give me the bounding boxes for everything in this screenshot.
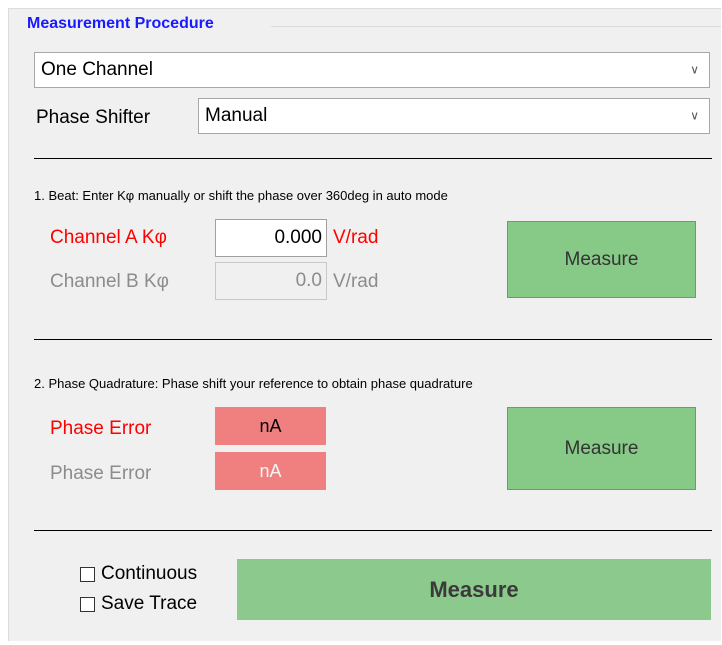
phase-error-b-value: nA bbox=[215, 452, 326, 490]
channel-b-label: Channel B Kφ bbox=[50, 271, 170, 292]
phase-error-b-label: Phase Error bbox=[50, 463, 152, 484]
chevron-down-icon: ∨ bbox=[690, 108, 699, 123]
main-measure-button[interactable]: Measure bbox=[237, 559, 711, 620]
beat-heading: 1. Beat: Enter Kφ manually or shift the … bbox=[34, 188, 448, 203]
phase-shifter-value: Manual bbox=[205, 105, 268, 126]
channel-b-kphi-input: 0.0 bbox=[215, 262, 327, 300]
phase-error-a-label: Phase Error bbox=[50, 418, 152, 439]
continuous-checkbox[interactable]: Continuous bbox=[80, 563, 197, 585]
channel-b-unit: V/rad bbox=[333, 271, 379, 292]
beat-measure-button[interactable]: Measure bbox=[507, 221, 696, 298]
phase-shifter-label: Phase Shifter bbox=[36, 107, 151, 128]
channel-a-unit: V/rad bbox=[333, 227, 379, 248]
checkbox-box[interactable] bbox=[80, 566, 95, 582]
divider bbox=[34, 158, 712, 159]
divider bbox=[34, 339, 712, 340]
channel-a-kphi-input[interactable]: 0.000 bbox=[215, 219, 327, 257]
save-trace-checkbox[interactable]: Save Trace bbox=[80, 593, 197, 615]
checkbox-box[interactable] bbox=[80, 596, 95, 612]
group-title: Measurement Procedure bbox=[25, 15, 216, 33]
save-trace-label: Save Trace bbox=[101, 593, 198, 614]
group-border bbox=[271, 26, 721, 27]
chevron-down-icon: ∨ bbox=[690, 62, 699, 77]
quadrature-measure-button[interactable]: Measure bbox=[507, 407, 696, 490]
divider bbox=[34, 530, 712, 531]
mode-select-value: One Channel bbox=[41, 59, 153, 80]
mode-select[interactable]: One Channel ∨ bbox=[34, 52, 710, 88]
phase-shifter-select[interactable]: Manual ∨ bbox=[198, 98, 710, 134]
quadrature-heading: 2. Phase Quadrature: Phase shift your re… bbox=[34, 376, 473, 391]
phase-error-a-value: nA bbox=[215, 407, 326, 445]
continuous-label: Continuous bbox=[101, 563, 198, 584]
channel-a-label: Channel A Kφ bbox=[50, 227, 167, 248]
